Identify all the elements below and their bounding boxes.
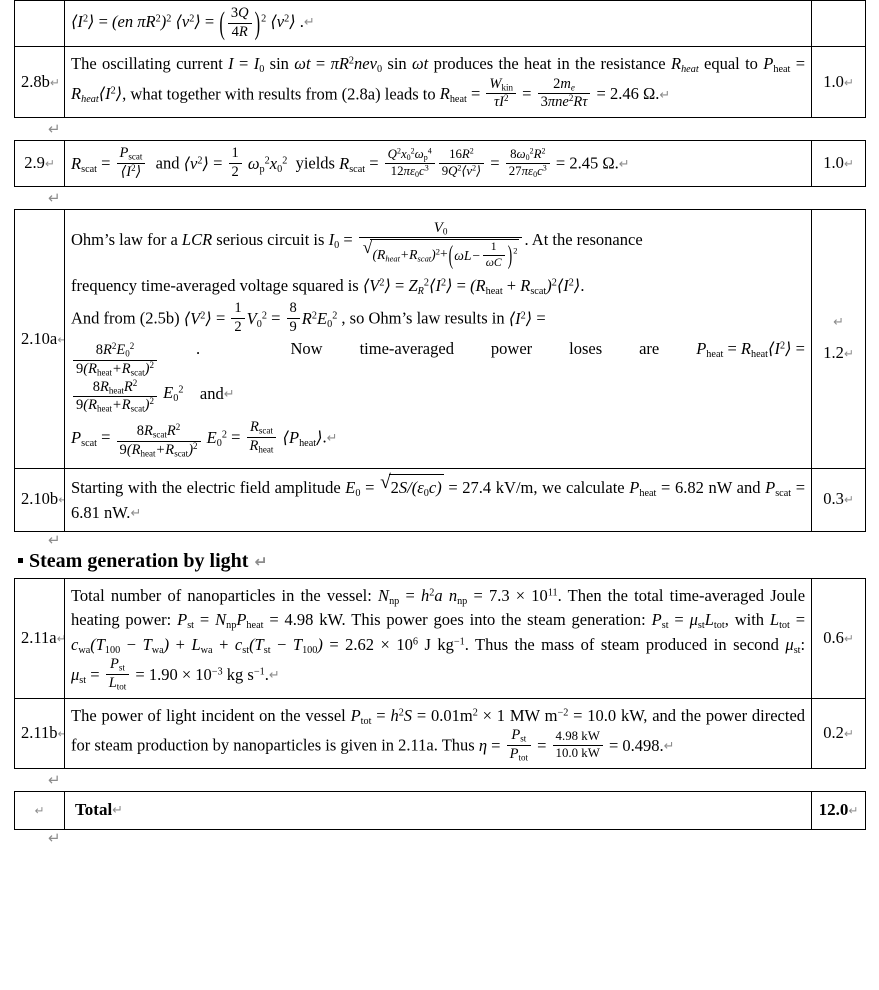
section-heading-text: Steam generation by light <box>29 550 249 573</box>
table-row: 2.11a↵ Total number of nanoparticles in … <box>14 578 866 699</box>
row-score-cell: ↵ 1.2↵ <box>811 209 866 470</box>
row-body-cell: Rscat = Pscat ⟨I2⟩ and ⟨v2⟩ = 12 ωp2x02 y… <box>64 140 812 188</box>
grading-table-3: 2.10a↵ Ohm’s law for a LCR serious circu… <box>14 209 866 533</box>
grading-table-1: ⟨I2⟩ = (en πR2)2 ⟨v2⟩ = (3Q 4R)2 ⟨v2⟩ .↵ … <box>14 0 866 119</box>
row-body-cell: The power of light incident on the vesse… <box>64 697 812 770</box>
row-body-cell: Starting with the electric field amplitu… <box>64 468 812 533</box>
row-body-cell: The oscillating current I = I0 sin ωt = … <box>64 46 812 119</box>
score-2-9: 1.0 <box>823 153 844 173</box>
row-score-cell: 1.0↵ <box>811 46 866 119</box>
score-2-8b: 1.0 <box>823 71 844 91</box>
row-label-2-9: 2.9 <box>24 153 45 173</box>
return-mark: ↵ <box>254 553 268 572</box>
paragraph-mark-line: ↵ <box>48 531 61 550</box>
row-body-cell: ⟨I2⟩ = (en πR2)2 ⟨v2⟩ = (3Q 4R)2 ⟨v2⟩ .↵ <box>64 0 812 48</box>
table-row: 2.10a↵ Ohm’s law for a LCR serious circu… <box>14 209 866 470</box>
total-label-cell: ↵ <box>14 791 65 830</box>
row-label-cell: 2.8b↵ <box>14 46 65 119</box>
square-bullet-icon <box>18 558 23 564</box>
paragraph-mark-line: ↵ <box>48 120 61 139</box>
grading-table-4: 2.11a↵ Total number of nanoparticles in … <box>14 578 866 770</box>
table-row: 2.9↵ Rscat = Pscat ⟨I2⟩ and ⟨v2⟩ = 12 ωp2… <box>14 140 866 188</box>
paragraph-mark-line: ↵ <box>48 771 61 790</box>
row-label-2-11b: 2.11b <box>21 722 58 742</box>
table-row: ↵ Total↵ 12.0↵ <box>14 791 866 830</box>
table-row: 2.8b↵ The oscillating current I = I0 sin… <box>14 46 866 119</box>
total-score: 12.0 <box>818 800 849 820</box>
grading-table-2: 2.9↵ Rscat = Pscat ⟨I2⟩ and ⟨v2⟩ = 12 ωp2… <box>14 140 866 188</box>
paragraph-mark-line: ↵ <box>48 828 61 847</box>
row-score-cell: 0.6↵ <box>811 578 866 699</box>
score-2-10b: 0.3 <box>823 489 844 509</box>
row-label-cell: 2.10b↵ <box>14 468 65 533</box>
section-heading: Steam generation by light ↵ <box>14 548 865 578</box>
table-row: ⟨I2⟩ = (en πR2)2 ⟨v2⟩ = (3Q 4R)2 ⟨v2⟩ .↵ <box>14 0 866 48</box>
document-page: ⟨I2⟩ = (en πR2)2 ⟨v2⟩ = (3Q 4R)2 ⟨v2⟩ .↵ … <box>0 0 879 990</box>
row-label-cell <box>14 0 65 48</box>
row-score-cell: 0.3↵ <box>811 468 866 533</box>
row-body-cell: Ohm’s law for a LCR serious circuit is I… <box>64 209 812 470</box>
paragraph-mark-line: ↵ <box>48 189 61 208</box>
row-label-cell: 2.11a↵ <box>14 578 65 699</box>
row-score-cell: 0.2↵ <box>811 697 866 770</box>
score-2-10a: 1.2 <box>823 342 844 362</box>
row-label-2-10b: 2.10b <box>21 489 59 509</box>
grading-table-total: ↵ Total↵ 12.0↵ <box>14 791 866 830</box>
score-2-11a: 0.6 <box>823 627 844 647</box>
row-label-cell: 2.10a↵ <box>14 209 65 470</box>
total-label: Total <box>75 800 113 820</box>
row-label-cell: 2.11b↵ <box>14 697 65 770</box>
row-score-cell <box>811 0 866 48</box>
row-label-2-11a: 2.11a <box>21 627 57 647</box>
row-body-cell: Total number of nanoparticles in the ves… <box>64 578 812 699</box>
row-label-2-8b: 2.8b <box>21 71 50 91</box>
return-mark: ↵ <box>303 15 315 31</box>
row-label-cell: 2.9↵ <box>14 140 65 188</box>
table-row: 2.11b↵ The power of light incident on th… <box>14 697 866 770</box>
row-score-cell: 1.0↵ <box>811 140 866 188</box>
total-text-cell: Total↵ <box>64 791 812 830</box>
row-label-2-10a: 2.10a <box>21 328 58 348</box>
score-2-11b: 0.2 <box>823 722 844 742</box>
total-score-cell: 12.0↵ <box>811 791 866 830</box>
table-row: 2.10b↵ Starting with the electric field … <box>14 468 866 533</box>
